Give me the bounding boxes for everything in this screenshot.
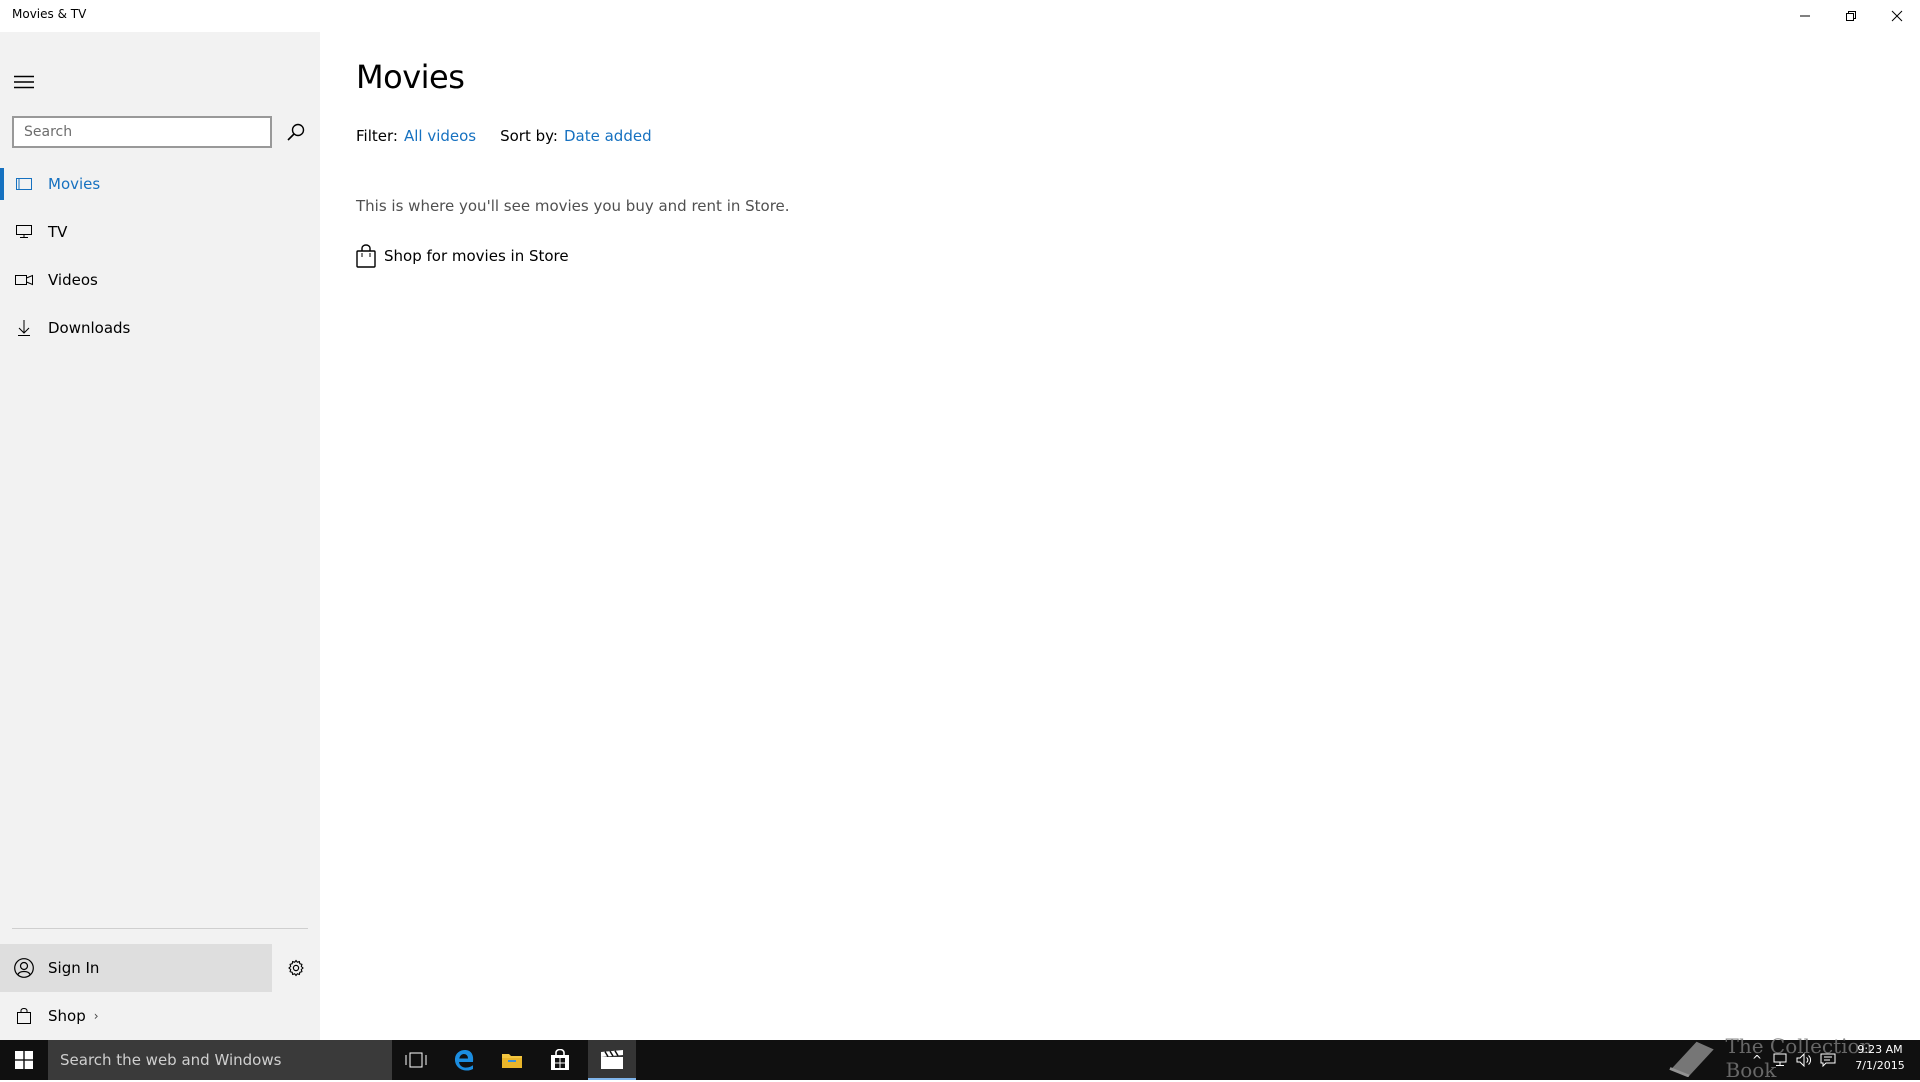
filter-label: Filter: [356, 127, 398, 145]
folder-icon [502, 1054, 522, 1068]
search-icon [287, 123, 305, 141]
nav-label-tv: TV [48, 223, 68, 241]
taskbar-edge[interactable] [440, 1040, 488, 1080]
clock-time: 9:23 AM [1857, 1043, 1903, 1056]
movie-icon [0, 160, 48, 208]
video-camera-icon [0, 256, 48, 304]
edge-browser-icon [454, 1050, 474, 1071]
shopping-bag-icon [0, 992, 48, 1040]
restore-icon [1846, 11, 1856, 21]
store-bag-icon [551, 1049, 569, 1070]
taskbar-search-box[interactable]: Search the web and Windows [48, 1040, 392, 1080]
nav-item-movies[interactable]: Movies [0, 160, 320, 208]
sort-label: Sort by: [500, 127, 558, 145]
shop-label: Shop [48, 1007, 86, 1025]
taskbar-movies-tv[interactable] [588, 1040, 636, 1080]
search-button[interactable] [280, 116, 312, 148]
tv-icon [0, 208, 48, 256]
shop-button[interactable]: Shop › [0, 992, 320, 1040]
search-input[interactable] [12, 116, 272, 148]
selection-indicator [0, 168, 4, 200]
task-view-icon [405, 1052, 427, 1068]
minimize-button[interactable] [1782, 0, 1828, 32]
filter-sort-bar: Filter: All videos Sort by: Date added [356, 127, 676, 145]
window-title: Movies & TV [12, 7, 87, 21]
sign-in-label: Sign In [48, 959, 100, 977]
sidebar-divider [12, 928, 308, 929]
gear-icon [288, 959, 304, 977]
nav-label-movies: Movies [48, 175, 101, 193]
navigation-pane: Movies TV Videos Downloads Sign In [0, 32, 320, 1040]
nav-item-downloads[interactable]: Downloads [0, 304, 320, 352]
clapperboard-icon [601, 1050, 623, 1069]
filter-control[interactable]: Filter: All videos [356, 127, 476, 145]
start-button[interactable] [0, 1040, 48, 1080]
taskbar-file-explorer[interactable] [488, 1040, 536, 1080]
filter-dropdown[interactable]: All videos [404, 127, 476, 145]
minimize-icon [1800, 15, 1810, 17]
shopping-bag-icon [350, 240, 382, 272]
restore-button[interactable] [1828, 0, 1874, 32]
hamburger-icon [14, 75, 34, 89]
user-icon [0, 944, 48, 992]
nav-item-videos[interactable]: Videos [0, 256, 320, 304]
close-button[interactable] [1874, 0, 1920, 32]
empty-state-message: This is where you'll see movies you buy … [356, 197, 790, 215]
windows-logo-icon [15, 1051, 33, 1069]
main-content: Movies Filter: All videos Sort by: Date … [320, 32, 1920, 1040]
chevron-right-icon: › [93, 1009, 99, 1023]
nav-label-videos: Videos [48, 271, 98, 289]
taskbar: Search the web and Windows ^ [0, 1040, 1920, 1080]
nav-item-tv[interactable]: TV [0, 208, 320, 256]
shop-for-movies-link[interactable]: Shop for movies in Store [350, 240, 569, 272]
title-bar: Movies & TV [0, 0, 1920, 32]
hamburger-menu-button[interactable] [0, 60, 48, 104]
book-logo-icon [1669, 1041, 1714, 1077]
download-icon [0, 304, 48, 352]
page-title: Movies [356, 58, 465, 96]
clock-date: 7/1/2015 [1855, 1059, 1905, 1072]
task-view-button[interactable] [392, 1040, 440, 1080]
close-icon [1891, 10, 1903, 22]
nav-label-downloads: Downloads [48, 319, 131, 337]
sign-in-button[interactable]: Sign In [0, 944, 272, 992]
sort-dropdown[interactable]: Date added [564, 127, 652, 145]
shop-link-label: Shop for movies in Store [384, 247, 569, 265]
sort-control[interactable]: Sort by: Date added [500, 127, 652, 145]
taskbar-store[interactable] [536, 1040, 584, 1080]
taskbar-clock[interactable]: 9:23 AM 7/1/2015 [1848, 1042, 1912, 1074]
settings-button[interactable] [272, 944, 320, 992]
